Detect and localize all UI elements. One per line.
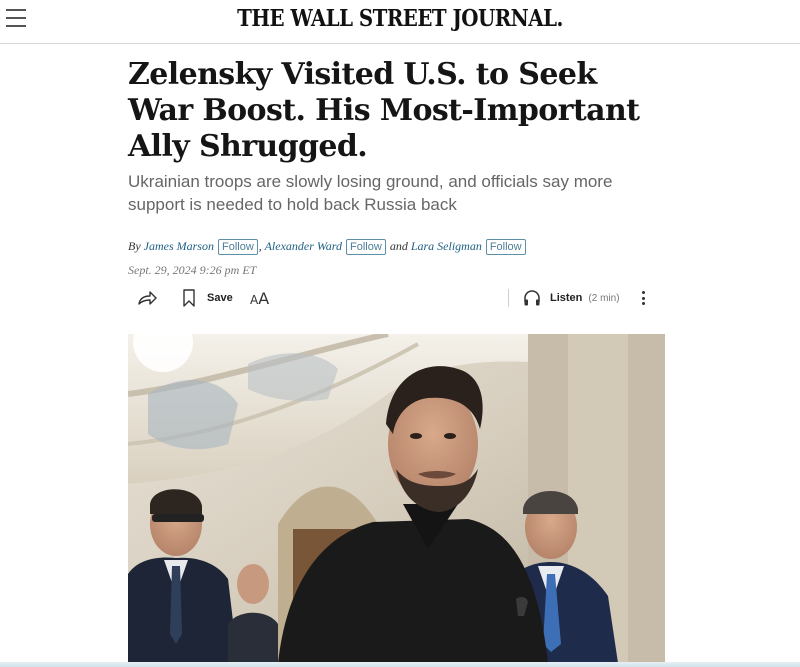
- text-size-icon: AA: [250, 288, 270, 308]
- text-size-button[interactable]: AA: [250, 286, 269, 310]
- headphones-icon: [524, 290, 540, 306]
- author-link-alexander-ward[interactable]: Alexander Ward: [265, 239, 342, 253]
- author-link-lara-seligman[interactable]: Lara Seligman: [411, 239, 482, 253]
- byline-prefix: By: [128, 239, 141, 253]
- article-headline: Zelensky Visited U.S. to Seek War Boost.…: [128, 57, 640, 164]
- hero-photo-illustration: [128, 334, 665, 663]
- article-hero-image: [128, 334, 665, 663]
- share-arrow-icon: [138, 291, 157, 305]
- follow-button-alexander-ward[interactable]: Follow: [346, 239, 386, 255]
- publish-timestamp: Sept. 29, 2024 9:26 pm ET: [128, 263, 257, 277]
- top-navigation-bar: THE WALL STREET JOURNAL.: [0, 0, 800, 44]
- share-button[interactable]: [136, 286, 158, 310]
- article-dek: Ukrainian troops are slowly losing groun…: [128, 172, 613, 214]
- listen-button[interactable]: Listen (2 min): [523, 286, 620, 310]
- follow-button-james-marson[interactable]: Follow: [217, 239, 258, 255]
- masthead-logo[interactable]: THE WALL STREET JOURNAL.: [56, 5, 744, 32]
- listen-duration: (2 min): [588, 292, 620, 304]
- article-toolbar: Save AA Listen (2 min): [128, 286, 660, 310]
- save-label: Save: [207, 292, 233, 304]
- page-bottom-edge: [0, 662, 800, 667]
- byline-comma: ,: [258, 239, 262, 253]
- listen-label: Listen: [550, 292, 583, 304]
- more-options-button[interactable]: [642, 286, 646, 310]
- byline: By James Marson Follow, Alexander Ward F…: [128, 239, 527, 255]
- hamburger-menu-icon[interactable]: [6, 9, 26, 27]
- save-button[interactable]: Save: [182, 286, 233, 310]
- bookmark-icon: [183, 289, 195, 307]
- follow-button-lara-seligman[interactable]: Follow: [485, 239, 526, 255]
- byline-and: and: [389, 239, 408, 253]
- toolbar-divider: [508, 289, 509, 307]
- more-vertical-icon: [642, 291, 646, 305]
- author-link-james-marson[interactable]: James Marson: [144, 239, 214, 253]
